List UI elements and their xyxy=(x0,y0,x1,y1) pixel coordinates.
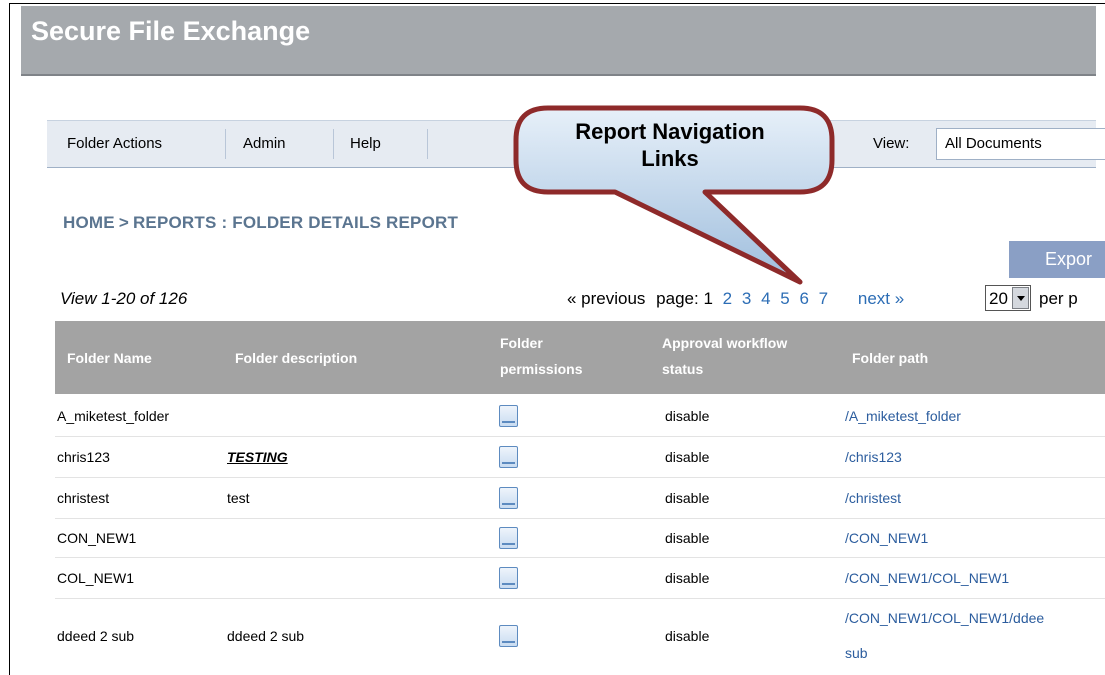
app-title: Secure File Exchange xyxy=(31,16,311,46)
folder-name: COL_NEW1 xyxy=(57,570,135,586)
column-header-line: Approval workflow xyxy=(662,335,788,351)
result-range: View 1-20 of 126 xyxy=(60,289,188,308)
column-header-folder-name[interactable]: Folder Name xyxy=(67,350,152,366)
approval-status: disable xyxy=(665,490,710,506)
per-page-value: 20 xyxy=(989,289,1008,308)
approval-status: disable xyxy=(665,449,710,465)
column-header-folder-description[interactable]: Folder description xyxy=(235,350,357,366)
view-select[interactable]: All Documents xyxy=(936,128,1105,160)
document-icon[interactable] xyxy=(499,446,518,468)
approval-status: disable xyxy=(665,570,710,586)
folder-description: ddeed 2 sub xyxy=(227,628,305,644)
approval-status: disable xyxy=(665,628,710,644)
column-header-approval-status[interactable]: Approval workflow status xyxy=(662,335,787,377)
menu-divider xyxy=(225,129,226,159)
title-bar: Secure File Exchange xyxy=(21,6,1096,76)
current-page: 1 xyxy=(703,289,713,308)
document-icon[interactable] xyxy=(499,527,518,549)
folder-path-link[interactable]: /CON_NEW1/COL_NEW1 xyxy=(845,570,1009,586)
page-link-6[interactable]: 6 xyxy=(799,289,808,308)
page-link-7[interactable]: 7 xyxy=(819,289,828,308)
table-header: Folder Name Folder description Folder pe… xyxy=(55,321,1105,394)
folder-path-link[interactable]: /CON_NEW1/COL_NEW1/ddee xyxy=(845,610,1044,626)
breadcrumb-current: REPORTS : FOLDER DETAILS REPORT xyxy=(132,213,459,232)
next-link[interactable]: next » xyxy=(858,289,904,308)
menu-bar: Folder Actions Admin Help View: All Docu… xyxy=(47,120,1105,168)
folder-path-link[interactable]: /chris123 xyxy=(845,449,902,465)
page-link-5[interactable]: 5 xyxy=(780,289,789,308)
approval-status: disable xyxy=(665,530,710,546)
folder-name: ddeed 2 sub xyxy=(57,628,135,644)
folder-path-link[interactable]: /christest xyxy=(845,490,901,506)
folder-path-link-continuation[interactable]: sub xyxy=(845,645,868,661)
document-icon[interactable] xyxy=(499,405,518,427)
column-header-line: status xyxy=(662,361,704,377)
folder-name: christest xyxy=(57,490,110,506)
breadcrumb-separator: > xyxy=(118,213,129,232)
table-row: COL_NEW1 disable /CON_NEW1/COL_NEW1 xyxy=(55,558,1105,599)
folder-description[interactable]: TESTING xyxy=(227,449,288,465)
table-row: A_miketest_folder disable /A_miketest_fo… xyxy=(55,396,1105,437)
menu-help[interactable]: Help xyxy=(350,135,381,152)
previous-link[interactable]: « previous xyxy=(567,289,645,308)
folder-path-link[interactable]: /A_miketest_folder xyxy=(845,408,961,424)
document-icon[interactable] xyxy=(499,625,518,647)
folder-name: CON_NEW1 xyxy=(57,530,137,546)
menu-divider xyxy=(333,129,334,159)
table-row: christest test disable /christest xyxy=(55,478,1105,519)
menu-divider xyxy=(427,129,428,159)
export-button[interactable]: Expor xyxy=(1009,241,1105,278)
folder-name: A_miketest_folder xyxy=(57,408,170,424)
document-icon[interactable] xyxy=(499,487,518,509)
folder-name: chris123 xyxy=(57,449,110,465)
table-row: chris123 TESTING disable /chris123 xyxy=(55,437,1105,478)
document-icon[interactable] xyxy=(499,567,518,589)
menu-folder-actions[interactable]: Folder Actions xyxy=(67,135,162,152)
breadcrumb: HOME > REPORTS : FOLDER DETAILS REPORT xyxy=(63,213,458,233)
approval-status: disable xyxy=(665,408,710,424)
column-header-folder-path[interactable]: Folder path xyxy=(852,350,928,366)
breadcrumb-home[interactable]: HOME xyxy=(63,213,115,232)
page-link-3[interactable]: 3 xyxy=(742,289,751,308)
per-page-select[interactable]: 20 xyxy=(985,285,1031,311)
page-label: page: xyxy=(656,289,699,308)
page-link-2[interactable]: 2 xyxy=(723,289,732,308)
view-label: View: xyxy=(873,135,910,152)
folder-path-link[interactable]: /CON_NEW1 xyxy=(845,530,928,546)
folder-description: test xyxy=(227,490,250,506)
pagination: « previous page: 1 2 3 4 5 6 7 next » xyxy=(567,289,904,309)
column-header-folder-permissions[interactable]: Folder permissions xyxy=(500,335,582,377)
column-header-line: Folder xyxy=(500,335,543,351)
per-page-label: per p xyxy=(1039,289,1078,308)
column-header-line: permissions xyxy=(500,361,583,377)
table-row: ddeed 2 sub ddeed 2 sub disable /CON_NEW… xyxy=(55,599,1105,671)
menu-admin[interactable]: Admin xyxy=(243,135,286,152)
table-row: CON_NEW1 disable /CON_NEW1 xyxy=(55,519,1105,558)
page-link-4[interactable]: 4 xyxy=(761,289,770,308)
chevron-down-icon[interactable] xyxy=(1012,287,1029,309)
